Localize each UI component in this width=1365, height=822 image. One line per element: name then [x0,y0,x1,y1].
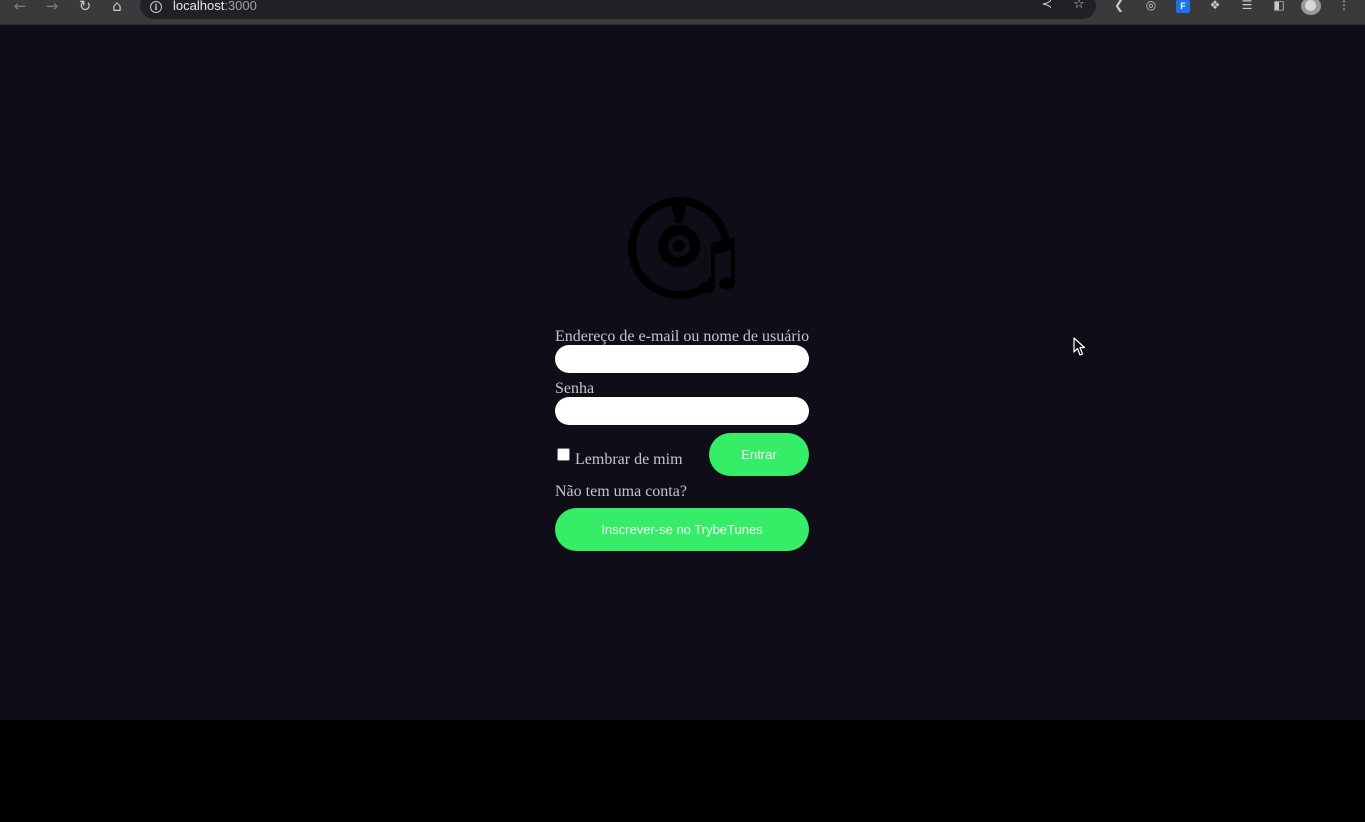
url-port: :3000 [224,0,257,13]
site-info-icon[interactable]: i [150,1,162,13]
email-label: Endereço de e-mail ou nome de usuário [555,328,810,345]
password-input[interactable] [555,397,809,425]
remember-me-label: Lembrar de mim [575,451,683,468]
puzzle-icon[interactable]: ❖ [1206,0,1224,14]
login-submit-button[interactable]: Entrar [709,433,809,476]
url-text[interactable]: localhost:3000 [173,0,257,13]
browser-toolbar: ← → ↻ ⌂ i localhost:3000 ≺ ☆ ❮ ◎ F ❖ ☰ ◧… [0,0,1365,24]
no-account-text: Não tem uma conta? [555,483,687,500]
media-queue-icon[interactable]: ☰ [1238,0,1256,14]
signup-button[interactable]: Inscrever-se no TrybeTunes [555,508,809,551]
url-host: localhost [173,0,225,13]
address-bar[interactable]: i localhost:3000 ≺ ☆ [140,0,1096,19]
email-input[interactable] [555,345,809,373]
kebab-menu-icon[interactable]: ⋮ [1335,0,1353,14]
extension-target-icon[interactable]: ◎ [1142,0,1160,14]
extension-arrow-icon[interactable]: ❮ [1110,0,1128,14]
side-panel-icon[interactable]: ◧ [1270,0,1288,14]
share-icon[interactable]: ≺ [1039,0,1055,13]
login-page: Endereço de e-mail ou nome de usuário Se… [0,24,1365,720]
remember-me-checkbox[interactable] [557,448,570,461]
mouse-cursor-icon [1073,337,1086,356]
back-icon[interactable]: ← [8,0,32,14]
password-label: Senha [555,380,595,397]
forward-icon[interactable]: → [40,0,64,14]
profile-avatar[interactable] [1301,0,1321,15]
reload-icon[interactable]: ↻ [73,0,97,14]
music-disc-icon [627,197,739,299]
extension-badge-icon[interactable]: F [1176,0,1190,13]
bookmark-star-icon[interactable]: ☆ [1071,0,1087,13]
home-icon[interactable]: ⌂ [105,0,129,14]
